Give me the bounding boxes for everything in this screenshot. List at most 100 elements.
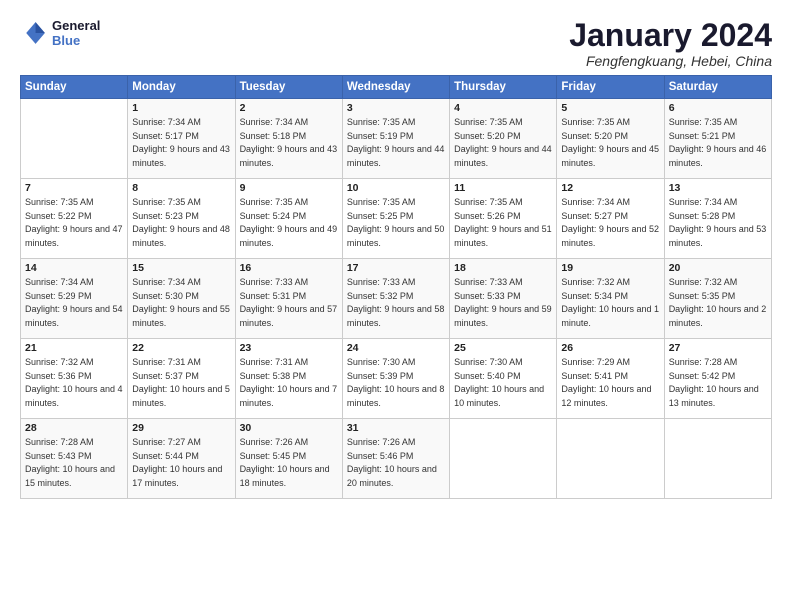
day-info: Sunrise: 7:34 AMSunset: 5:27 PMDaylight:… [561, 197, 659, 248]
col-monday: Monday [128, 76, 235, 99]
day-number: 16 [240, 262, 338, 274]
logo-icon [20, 19, 48, 47]
table-row: 28 Sunrise: 7:28 AMSunset: 5:43 PMDaylig… [21, 419, 128, 499]
day-info: Sunrise: 7:32 AMSunset: 5:35 PMDaylight:… [669, 277, 767, 328]
day-info: Sunrise: 7:33 AMSunset: 5:32 PMDaylight:… [347, 277, 445, 328]
day-number: 12 [561, 182, 659, 194]
day-info: Sunrise: 7:33 AMSunset: 5:33 PMDaylight:… [454, 277, 552, 328]
title-block: January 2024 Fengfengkuang, Hebei, China [569, 18, 772, 69]
header: General Blue January 2024 Fengfengkuang,… [20, 18, 772, 69]
day-info: Sunrise: 7:35 AMSunset: 5:20 PMDaylight:… [561, 117, 659, 168]
day-info: Sunrise: 7:35 AMSunset: 5:25 PMDaylight:… [347, 197, 445, 248]
day-number: 17 [347, 262, 445, 274]
table-row: 12 Sunrise: 7:34 AMSunset: 5:27 PMDaylig… [557, 179, 664, 259]
table-row: 25 Sunrise: 7:30 AMSunset: 5:40 PMDaylig… [450, 339, 557, 419]
day-number: 24 [347, 342, 445, 354]
day-info: Sunrise: 7:35 AMSunset: 5:26 PMDaylight:… [454, 197, 552, 248]
table-row: 10 Sunrise: 7:35 AMSunset: 5:25 PMDaylig… [342, 179, 449, 259]
table-row: 31 Sunrise: 7:26 AMSunset: 5:46 PMDaylig… [342, 419, 449, 499]
day-info: Sunrise: 7:34 AMSunset: 5:29 PMDaylight:… [25, 277, 123, 328]
day-number: 26 [561, 342, 659, 354]
table-row: 19 Sunrise: 7:32 AMSunset: 5:34 PMDaylig… [557, 259, 664, 339]
day-info: Sunrise: 7:29 AMSunset: 5:41 PMDaylight:… [561, 357, 651, 408]
day-info: Sunrise: 7:35 AMSunset: 5:22 PMDaylight:… [25, 197, 123, 248]
day-number: 30 [240, 422, 338, 434]
month-title: January 2024 [569, 18, 772, 53]
table-row: 18 Sunrise: 7:33 AMSunset: 5:33 PMDaylig… [450, 259, 557, 339]
table-row: 26 Sunrise: 7:29 AMSunset: 5:41 PMDaylig… [557, 339, 664, 419]
day-number: 6 [669, 102, 767, 114]
table-row: 22 Sunrise: 7:31 AMSunset: 5:37 PMDaylig… [128, 339, 235, 419]
day-number: 8 [132, 182, 230, 194]
day-info: Sunrise: 7:35 AMSunset: 5:21 PMDaylight:… [669, 117, 767, 168]
day-number: 2 [240, 102, 338, 114]
table-row: 1 Sunrise: 7:34 AMSunset: 5:17 PMDayligh… [128, 99, 235, 179]
day-info: Sunrise: 7:34 AMSunset: 5:28 PMDaylight:… [669, 197, 767, 248]
table-row: 29 Sunrise: 7:27 AMSunset: 5:44 PMDaylig… [128, 419, 235, 499]
table-row: 9 Sunrise: 7:35 AMSunset: 5:24 PMDayligh… [235, 179, 342, 259]
day-info: Sunrise: 7:30 AMSunset: 5:40 PMDaylight:… [454, 357, 544, 408]
table-row: 16 Sunrise: 7:33 AMSunset: 5:31 PMDaylig… [235, 259, 342, 339]
day-number: 13 [669, 182, 767, 194]
calendar-table: Sunday Monday Tuesday Wednesday Thursday… [20, 75, 772, 499]
table-row: 21 Sunrise: 7:32 AMSunset: 5:36 PMDaylig… [21, 339, 128, 419]
logo: General Blue [20, 18, 100, 48]
day-info: Sunrise: 7:34 AMSunset: 5:30 PMDaylight:… [132, 277, 230, 328]
table-row: 5 Sunrise: 7:35 AMSunset: 5:20 PMDayligh… [557, 99, 664, 179]
table-row: 4 Sunrise: 7:35 AMSunset: 5:20 PMDayligh… [450, 99, 557, 179]
table-row: 8 Sunrise: 7:35 AMSunset: 5:23 PMDayligh… [128, 179, 235, 259]
table-row: 13 Sunrise: 7:34 AMSunset: 5:28 PMDaylig… [664, 179, 771, 259]
page-container: General Blue January 2024 Fengfengkuang,… [0, 0, 792, 509]
day-info: Sunrise: 7:31 AMSunset: 5:38 PMDaylight:… [240, 357, 338, 408]
table-row: 17 Sunrise: 7:33 AMSunset: 5:32 PMDaylig… [342, 259, 449, 339]
day-number: 29 [132, 422, 230, 434]
day-number: 21 [25, 342, 123, 354]
day-info: Sunrise: 7:34 AMSunset: 5:18 PMDaylight:… [240, 117, 338, 168]
day-info: Sunrise: 7:32 AMSunset: 5:36 PMDaylight:… [25, 357, 123, 408]
day-info: Sunrise: 7:26 AMSunset: 5:45 PMDaylight:… [240, 437, 330, 488]
day-number: 7 [25, 182, 123, 194]
day-number: 4 [454, 102, 552, 114]
table-row: 27 Sunrise: 7:28 AMSunset: 5:42 PMDaylig… [664, 339, 771, 419]
table-row: 11 Sunrise: 7:35 AMSunset: 5:26 PMDaylig… [450, 179, 557, 259]
col-friday: Friday [557, 76, 664, 99]
day-number: 9 [240, 182, 338, 194]
day-info: Sunrise: 7:35 AMSunset: 5:20 PMDaylight:… [454, 117, 552, 168]
day-number: 15 [132, 262, 230, 274]
day-number: 18 [454, 262, 552, 274]
table-row [21, 99, 128, 179]
table-row: 6 Sunrise: 7:35 AMSunset: 5:21 PMDayligh… [664, 99, 771, 179]
header-row: Sunday Monday Tuesday Wednesday Thursday… [21, 76, 772, 99]
col-tuesday: Tuesday [235, 76, 342, 99]
day-info: Sunrise: 7:35 AMSunset: 5:24 PMDaylight:… [240, 197, 338, 248]
day-info: Sunrise: 7:28 AMSunset: 5:43 PMDaylight:… [25, 437, 115, 488]
day-number: 5 [561, 102, 659, 114]
day-number: 14 [25, 262, 123, 274]
day-info: Sunrise: 7:32 AMSunset: 5:34 PMDaylight:… [561, 277, 659, 328]
day-number: 11 [454, 182, 552, 194]
table-row: 23 Sunrise: 7:31 AMSunset: 5:38 PMDaylig… [235, 339, 342, 419]
table-row: 15 Sunrise: 7:34 AMSunset: 5:30 PMDaylig… [128, 259, 235, 339]
col-sunday: Sunday [21, 76, 128, 99]
day-info: Sunrise: 7:33 AMSunset: 5:31 PMDaylight:… [240, 277, 338, 328]
day-number: 23 [240, 342, 338, 354]
day-number: 1 [132, 102, 230, 114]
day-number: 19 [561, 262, 659, 274]
location: Fengfengkuang, Hebei, China [569, 53, 772, 69]
day-number: 25 [454, 342, 552, 354]
day-number: 3 [347, 102, 445, 114]
day-number: 20 [669, 262, 767, 274]
table-row: 30 Sunrise: 7:26 AMSunset: 5:45 PMDaylig… [235, 419, 342, 499]
day-info: Sunrise: 7:31 AMSunset: 5:37 PMDaylight:… [132, 357, 230, 408]
col-saturday: Saturday [664, 76, 771, 99]
table-row: 2 Sunrise: 7:34 AMSunset: 5:18 PMDayligh… [235, 99, 342, 179]
day-number: 28 [25, 422, 123, 434]
day-info: Sunrise: 7:35 AMSunset: 5:23 PMDaylight:… [132, 197, 230, 248]
day-info: Sunrise: 7:34 AMSunset: 5:17 PMDaylight:… [132, 117, 230, 168]
day-info: Sunrise: 7:26 AMSunset: 5:46 PMDaylight:… [347, 437, 437, 488]
day-number: 22 [132, 342, 230, 354]
day-number: 27 [669, 342, 767, 354]
table-row: 14 Sunrise: 7:34 AMSunset: 5:29 PMDaylig… [21, 259, 128, 339]
day-info: Sunrise: 7:35 AMSunset: 5:19 PMDaylight:… [347, 117, 445, 168]
table-row: 3 Sunrise: 7:35 AMSunset: 5:19 PMDayligh… [342, 99, 449, 179]
